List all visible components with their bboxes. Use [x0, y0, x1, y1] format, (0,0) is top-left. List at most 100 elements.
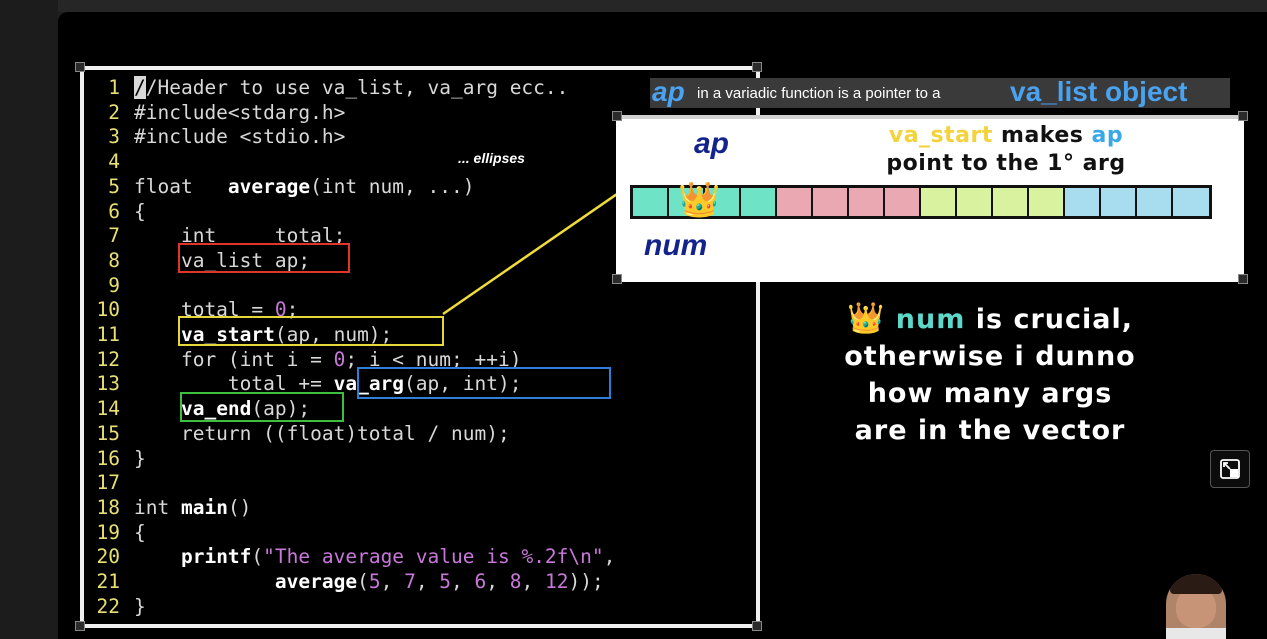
highlight-va-arg: [357, 367, 611, 399]
caption-line-1-rest: is crucial,: [965, 304, 1133, 335]
diagram-corner-handle[interactable]: [1238, 274, 1248, 284]
code-token: (: [357, 570, 369, 593]
code-line: 17: [84, 471, 134, 495]
code-token: float: [134, 174, 228, 198]
code-token: (): [227, 495, 252, 519]
code-token: (int num, ...): [310, 174, 475, 198]
code-token: ));: [568, 570, 604, 593]
code-token: #include<stdarg.h>: [134, 100, 346, 124]
code-token: 8: [509, 570, 522, 593]
memory-cell: [1065, 188, 1101, 216]
line-number: 16: [96, 446, 120, 470]
panel-corner-handle[interactable]: [752, 621, 762, 631]
code-line: 18 int main(): [84, 495, 252, 520]
memory-cell: [849, 188, 885, 216]
line-number: 18: [96, 495, 120, 519]
line-number: 11: [96, 323, 120, 346]
code-line: 4: [84, 150, 134, 174]
caption-line-1: 👑 num is crucial,: [790, 300, 1190, 338]
line-number: 2: [108, 100, 120, 124]
line-number: 15: [96, 421, 120, 445]
diagram-va-start: va_start: [888, 123, 993, 148]
memory-cell: [993, 188, 1029, 216]
avatar-shirt: [1166, 628, 1226, 639]
code-line: 2 #include<stdarg.h>: [84, 101, 345, 125]
caption-num: num: [895, 304, 966, 335]
diagram-makes: makes: [992, 123, 1092, 148]
code-token: /: [134, 76, 146, 99]
code-token: 5: [439, 570, 452, 593]
line-number: 22: [96, 594, 120, 618]
code-token: /Header to use va_list, va_arg ecc..: [145, 76, 569, 99]
panel-corner-handle[interactable]: [752, 62, 762, 72]
code-token: 5: [368, 570, 381, 593]
avatar-face: [1176, 588, 1216, 628]
definition-banner: ap in a variadic function is a pointer t…: [650, 76, 1230, 108]
diagram-line-2: point to the 1° arg: [886, 151, 1126, 176]
line-number: 21: [96, 570, 120, 593]
expand-icon: [1220, 459, 1240, 479]
caption-line-3: how many args: [867, 378, 1113, 409]
line-number: 9: [108, 273, 120, 297]
memory-cell: [741, 188, 777, 216]
memory-cell: [1029, 188, 1065, 216]
line-number: 7: [108, 224, 120, 248]
diagram-corner-handle[interactable]: [612, 274, 622, 284]
code-token: printf: [180, 545, 252, 569]
memory-cell: [1101, 188, 1137, 216]
code-token: average: [227, 174, 311, 198]
presenter-avatar: [1166, 574, 1226, 639]
code-token: {: [134, 520, 146, 544]
code-token: 6: [474, 570, 487, 593]
highlight-va-end: [180, 392, 344, 422]
memory-cell: [885, 188, 921, 216]
code-token: int: [134, 495, 181, 519]
line-number: 1: [108, 76, 120, 99]
caption-line-2: otherwise i dunno: [844, 341, 1136, 372]
top-bar: [0, 0, 1267, 12]
memory-cell: [1173, 188, 1209, 216]
code-line: 19 {: [84, 521, 146, 545]
diagram-ap: ap: [1091, 123, 1124, 148]
code-line: 21 average(5, 7, 5, 6, 8, 12));: [84, 570, 604, 594]
code-line: 1 //Header to use va_list, va_arg ecc..: [84, 76, 568, 100]
code-token: ,: [380, 570, 405, 593]
line-number: 14: [96, 397, 120, 421]
line-number: 20: [96, 545, 120, 569]
diagram-corner-handle[interactable]: [612, 111, 622, 121]
memory-cell: [921, 188, 957, 216]
line-number: 8: [108, 248, 120, 272]
line-number: 3: [108, 125, 120, 149]
diagram-corner-handle[interactable]: [1238, 111, 1248, 121]
code-line: 20 printf("The average value is %.2f\n",: [84, 545, 616, 569]
banner-ap-term: ap: [652, 76, 685, 107]
banner-middle-text: in a variadic function is a pointer to a: [697, 85, 941, 102]
crown-icon: 👑: [678, 180, 721, 220]
memory-cell: [777, 188, 813, 216]
code-token: 12: [545, 570, 569, 593]
code-token: ,: [415, 570, 440, 593]
highlight-va-start: [178, 316, 444, 346]
panel-corner-handle[interactable]: [75, 621, 85, 631]
avatar-hair: [1170, 574, 1222, 594]
code-line: 15 return ((float)total / num);: [84, 422, 510, 446]
code-token: ,: [451, 570, 475, 593]
code-line: 22}: [84, 595, 146, 619]
line-number: 19: [96, 520, 120, 544]
code-token: #include <stdio.h>: [134, 125, 346, 149]
memory-cell: [1137, 188, 1173, 216]
line-number: 6: [108, 199, 120, 223]
code-line: 5 float average(int num, ...): [84, 175, 474, 199]
code-token: {: [134, 199, 146, 223]
code-token: return ((float)total / num);: [134, 421, 510, 445]
expand-button[interactable]: [1210, 450, 1250, 488]
highlight-va-list: [178, 243, 350, 273]
code-token: "The average value is %.2f\n": [263, 545, 604, 569]
memory-cell: [633, 188, 669, 216]
panel-corner-handle[interactable]: [75, 62, 85, 72]
line-number: 10: [96, 298, 120, 322]
diagram-ap-label: ap: [694, 127, 730, 160]
